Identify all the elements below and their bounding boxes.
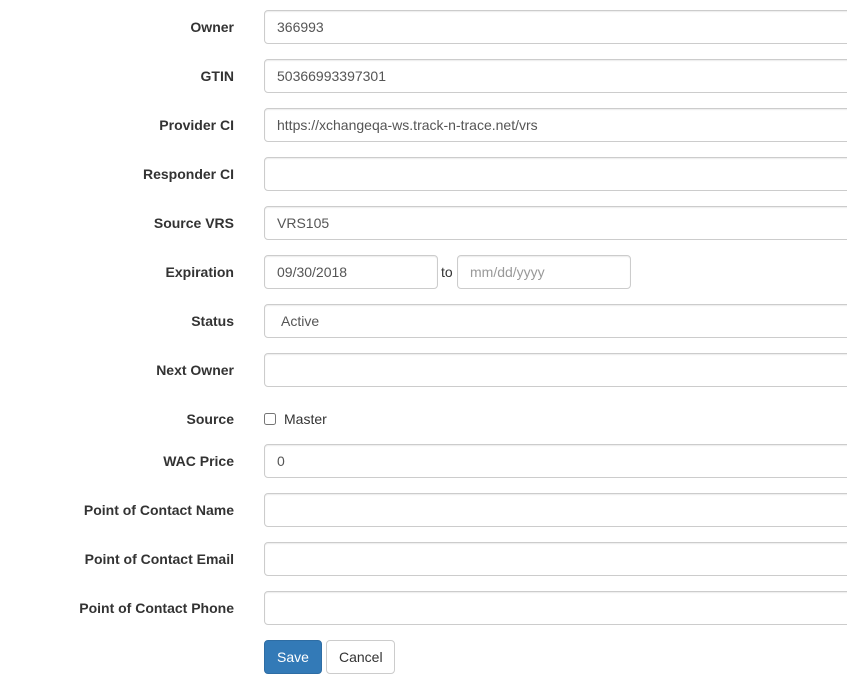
status-select[interactable]: Active	[264, 304, 847, 338]
owner-input[interactable]	[264, 10, 847, 44]
source-label: Source	[186, 411, 234, 427]
next-owner-input[interactable]	[264, 353, 847, 387]
responder-ci-row: Responder CI	[0, 157, 847, 191]
source-vrs-row: Source VRS	[0, 206, 847, 240]
wac-price-input[interactable]	[264, 444, 847, 478]
provider-ci-input[interactable]	[264, 108, 847, 142]
poc-email-input[interactable]	[264, 542, 847, 576]
gtin-input[interactable]	[264, 59, 847, 93]
expiration-from-input[interactable]	[264, 255, 438, 289]
poc-phone-input[interactable]	[264, 591, 847, 625]
responder-ci-input[interactable]	[264, 157, 847, 191]
gtin-row: GTIN	[0, 59, 847, 93]
master-checkbox[interactable]	[264, 413, 276, 425]
save-button[interactable]: Save	[264, 640, 322, 674]
cancel-button[interactable]: Cancel	[326, 640, 395, 674]
source-row: Source Master	[0, 402, 847, 436]
next-owner-row: Next Owner	[0, 353, 847, 387]
poc-phone-label: Point of Contact Phone	[79, 600, 234, 616]
source-vrs-label: Source VRS	[153, 215, 234, 231]
expiration-label: Expiration	[165, 264, 234, 280]
responder-ci-label: Responder CI	[142, 166, 234, 182]
poc-email-row: Point of Contact Email	[0, 542, 847, 576]
owner-label: Owner	[190, 19, 234, 35]
source-vrs-input[interactable]	[264, 206, 847, 240]
status-row: Status Active	[0, 304, 847, 338]
provider-ci-label: Provider CI	[159, 117, 234, 133]
expiration-to-input[interactable]	[457, 255, 631, 289]
provider-ci-row: Provider CI	[0, 108, 847, 142]
poc-email-label: Point of Contact Email	[84, 551, 234, 567]
wac-price-label: WAC Price	[163, 453, 234, 469]
expiration-to-text: to	[441, 264, 453, 280]
poc-name-row: Point of Contact Name	[0, 493, 847, 527]
master-checkbox-label[interactable]: Master	[284, 402, 327, 436]
poc-phone-row: Point of Contact Phone	[0, 591, 847, 625]
wac-price-row: WAC Price	[0, 444, 847, 478]
owner-row: Owner	[0, 10, 847, 44]
status-label: Status	[191, 313, 234, 329]
next-owner-label: Next Owner	[156, 362, 234, 378]
poc-name-input[interactable]	[264, 493, 847, 527]
poc-name-label: Point of Contact Name	[83, 502, 234, 518]
expiration-row: Expiration to	[0, 255, 847, 289]
gtin-label: GTIN	[200, 68, 234, 84]
